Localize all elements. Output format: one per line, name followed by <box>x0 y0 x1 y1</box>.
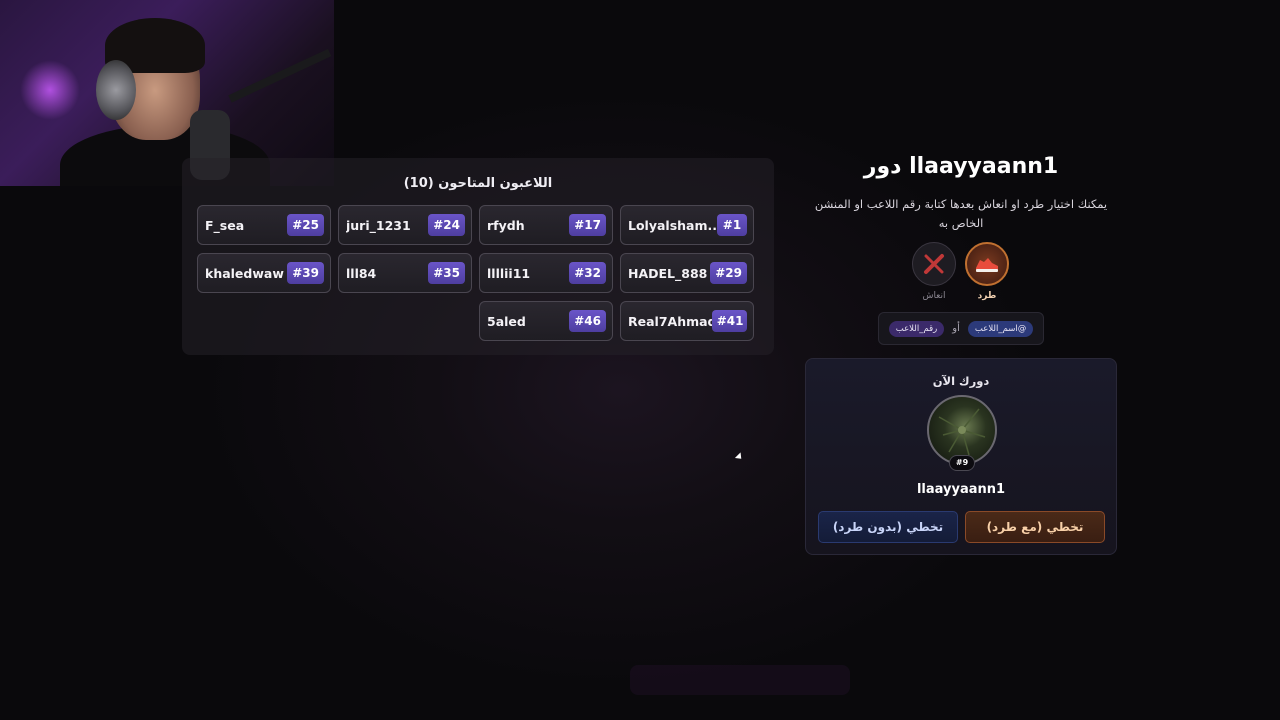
players-panel-title: اللاعبون المتاحون (10) <box>403 176 553 191</box>
player-name: F_sea <box>205 217 245 233</box>
player-name: HADEL_888 <box>628 265 708 281</box>
player-number-badge: #46 <box>569 310 606 332</box>
player-name: Lolyalsham... <box>628 217 716 233</box>
available-players-panel: اللاعبون المتاحون (10) Lolyalsham... #1 … <box>182 158 774 355</box>
turn-title: دور llaayyaann1 <box>863 154 1059 179</box>
revive-label: انعاش <box>922 291 946 301</box>
player-card[interactable]: F_sea #25 <box>197 205 331 245</box>
revive-action[interactable]: انعاش <box>911 242 957 301</box>
lamp-glow <box>20 60 80 120</box>
or-text: أو <box>952 323 960 334</box>
player-number-badge: #41 <box>711 310 747 332</box>
player-card[interactable]: rfydh #17 <box>479 205 613 245</box>
mouse-cursor-icon <box>734 452 745 462</box>
player-card[interactable]: HADEL_888 #29 <box>620 253 754 293</box>
player-card[interactable]: khaledwaw #39 <box>197 253 331 293</box>
player-number-badge: #9 <box>949 455 975 471</box>
player-name: llllii11 <box>487 265 531 281</box>
mention-chip: @اسم_اللاعب <box>967 320 1034 337</box>
player-card[interactable]: llllii11 #32 <box>479 253 613 293</box>
player-number-badge: #32 <box>569 262 606 284</box>
player-number-badge: #25 <box>287 214 324 236</box>
your-turn-label: دورك الآن <box>932 374 990 388</box>
headphone-icon <box>96 60 136 120</box>
player-name: rfydh <box>487 217 525 233</box>
player-name: juri_1231 <box>346 217 411 233</box>
player-number-badge: #35 <box>428 262 465 284</box>
player-name: 5aled <box>487 313 526 329</box>
player-card[interactable]: Real7Ahmad #41 <box>620 301 754 341</box>
sneaker-icon <box>965 242 1009 286</box>
syringe-icon <box>912 242 956 286</box>
number-chip: رقم_اللاعب <box>888 320 945 337</box>
kick-label: طرد <box>977 291 997 301</box>
kick-action[interactable]: طرد <box>964 242 1010 301</box>
player-card[interactable]: lll84 #35 <box>338 253 472 293</box>
skip-without-kick-button[interactable]: تخطي (بدون طرد) <box>818 511 958 543</box>
player-number-badge: #1 <box>717 214 747 236</box>
player-name: Real7Ahmad <box>628 313 712 329</box>
player-number-badge: #29 <box>710 262 747 284</box>
background-decoration <box>630 665 850 695</box>
player-card[interactable]: juri_1231 #24 <box>338 205 472 245</box>
player-card[interactable]: Lolyalsham... #1 <box>620 205 754 245</box>
current-turn-card: دورك الآن #9 llaayyaann1 تخطي (مع طرد) ت… <box>805 358 1117 555</box>
player-number-badge: #17 <box>569 214 606 236</box>
input-hint-bar: @اسم_اللاعب أو رقم_اللاعب <box>878 312 1044 345</box>
turn-instructions: يمكنك اختيار طرد او انعاش بعدها كتابة رق… <box>814 197 1108 230</box>
player-name: khaledwaw <box>205 265 284 281</box>
skip-with-kick-button[interactable]: تخطي (مع طرد) <box>965 511 1105 543</box>
player-card[interactable]: 5aled #46 <box>479 301 613 341</box>
mic-arm <box>228 48 332 103</box>
player-name: lll84 <box>346 265 377 281</box>
current-player-name: llaayyaann1 <box>916 482 1006 497</box>
player-number-badge: #39 <box>287 262 324 284</box>
player-number-badge: #24 <box>428 214 465 236</box>
